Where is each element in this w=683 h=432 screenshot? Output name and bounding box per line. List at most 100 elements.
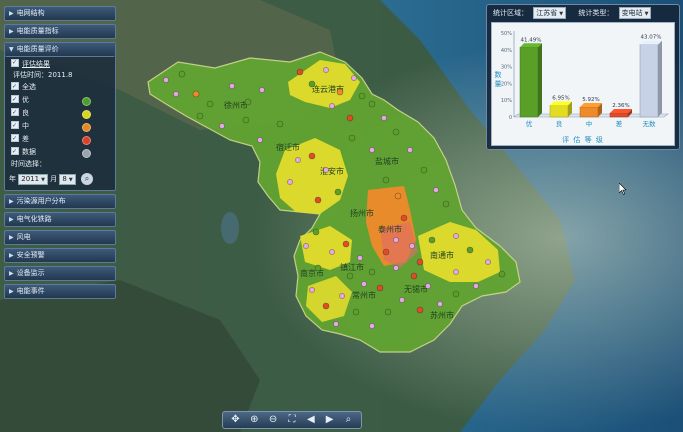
station-marker[interactable]: [287, 179, 293, 185]
station-marker[interactable]: [329, 103, 335, 109]
station-marker[interactable]: [369, 147, 375, 153]
full-extent-icon[interactable]: ⛶: [286, 414, 298, 426]
menu-power-events[interactable]: ▶ 电能事件: [4, 284, 116, 299]
station-marker[interactable]: [309, 287, 315, 293]
station-marker[interactable]: [433, 187, 439, 193]
station-marker[interactable]: [410, 272, 418, 280]
station-marker[interactable]: [420, 166, 428, 174]
station-marker[interactable]: [393, 265, 399, 271]
station-marker[interactable]: [437, 301, 443, 307]
station-marker[interactable]: [452, 290, 460, 298]
station-marker[interactable]: [192, 90, 200, 98]
station-marker[interactable]: [466, 246, 474, 254]
menu-power-quality-index[interactable]: ▶ 电能质量指标: [4, 24, 116, 39]
station-marker[interactable]: [312, 228, 320, 236]
station-marker[interactable]: [259, 87, 265, 93]
station-marker[interactable]: [409, 243, 415, 249]
legend-item[interactable]: 优: [5, 93, 115, 107]
year-select[interactable]: 2011 ▼: [18, 173, 48, 185]
station-marker[interactable]: [381, 115, 387, 121]
station-marker[interactable]: [346, 114, 354, 122]
menu-electrified-railway[interactable]: ▶ 电气化铁路: [4, 212, 116, 227]
station-marker[interactable]: [323, 167, 329, 173]
checkbox[interactable]: [11, 93, 19, 106]
legend-item[interactable]: 数据: [5, 145, 115, 159]
station-marker[interactable]: [416, 258, 424, 266]
station-marker[interactable]: [308, 152, 316, 160]
station-marker[interactable]: [382, 176, 390, 184]
station-marker[interactable]: [178, 70, 186, 78]
checkbox[interactable]: [11, 57, 19, 68]
station-marker[interactable]: [196, 112, 204, 120]
station-marker[interactable]: [416, 306, 424, 314]
station-marker[interactable]: [358, 92, 366, 100]
checkbox[interactable]: [11, 145, 19, 158]
station-marker[interactable]: [382, 248, 390, 256]
station-marker[interactable]: [393, 237, 399, 243]
station-marker[interactable]: [295, 157, 301, 163]
menu-wind-power[interactable]: ▶ 风电: [4, 230, 116, 245]
menu-quality-evaluation[interactable]: ▼ 电能质量评价: [5, 43, 115, 57]
station-marker[interactable]: [351, 75, 357, 81]
station-marker[interactable]: [296, 68, 304, 76]
menu-grid-structure[interactable]: ▶ 电网结构: [4, 6, 116, 21]
menu-pollution-users[interactable]: ▶ 污染源用户分布: [4, 194, 116, 209]
menu-equipment-monitor[interactable]: ▶ 设备监示: [4, 266, 116, 281]
station-marker[interactable]: [392, 128, 400, 136]
station-marker[interactable]: [333, 321, 339, 327]
station-marker[interactable]: [346, 272, 354, 280]
station-marker[interactable]: [357, 255, 363, 261]
station-marker[interactable]: [342, 240, 350, 248]
month-select[interactable]: 8 ▼: [59, 173, 76, 185]
station-marker[interactable]: [485, 259, 491, 265]
station-marker[interactable]: [206, 100, 214, 108]
station-marker[interactable]: [336, 88, 344, 96]
station-marker[interactable]: [376, 284, 384, 292]
station-marker[interactable]: [244, 98, 252, 106]
back-icon[interactable]: ◀: [305, 414, 317, 426]
station-marker[interactable]: [173, 91, 179, 97]
station-marker[interactable]: [425, 283, 431, 289]
station-marker[interactable]: [329, 249, 335, 255]
checkbox[interactable]: [11, 119, 19, 132]
legend-item[interactable]: 差: [5, 132, 115, 146]
station-marker[interactable]: [257, 137, 263, 143]
station-marker[interactable]: [428, 236, 436, 244]
legend-item[interactable]: 中: [5, 119, 115, 133]
station-marker[interactable]: [407, 147, 413, 153]
forward-icon[interactable]: ▶: [324, 414, 336, 426]
station-marker[interactable]: [352, 308, 360, 316]
region-select[interactable]: 江苏省 ▼: [533, 7, 567, 19]
station-marker[interactable]: [323, 67, 329, 73]
type-select[interactable]: 变电站 ▼: [618, 7, 652, 19]
station-marker[interactable]: [308, 80, 316, 88]
legend-item[interactable]: 全选: [5, 80, 115, 94]
checkbox[interactable]: [11, 106, 19, 119]
station-marker[interactable]: [242, 116, 250, 124]
checkbox[interactable]: [11, 80, 19, 93]
station-marker[interactable]: [314, 264, 322, 272]
station-marker[interactable]: [322, 302, 330, 310]
station-marker[interactable]: [369, 323, 375, 329]
station-marker[interactable]: [453, 233, 459, 239]
pan-icon[interactable]: ✥: [229, 414, 241, 426]
search-icon[interactable]: ⌕: [342, 414, 354, 426]
station-marker[interactable]: [303, 243, 309, 249]
station-marker[interactable]: [498, 270, 506, 278]
station-marker[interactable]: [361, 281, 367, 287]
station-marker[interactable]: [473, 283, 479, 289]
station-marker[interactable]: [219, 123, 225, 129]
station-marker[interactable]: [399, 297, 405, 303]
station-marker[interactable]: [368, 268, 376, 276]
station-marker[interactable]: [368, 100, 376, 108]
zoom-in-icon[interactable]: ⊕: [248, 414, 260, 426]
evaluation-result-toggle[interactable]: 评估结果: [5, 57, 115, 70]
search-icon[interactable]: ⌕: [80, 173, 93, 185]
station-marker[interactable]: [334, 188, 342, 196]
menu-safety-warning[interactable]: ▶ 安全预警: [4, 248, 116, 263]
station-marker[interactable]: [400, 214, 408, 222]
station-marker[interactable]: [384, 308, 392, 316]
station-marker[interactable]: [339, 293, 345, 299]
legend-item[interactable]: 良: [5, 106, 115, 120]
checkbox[interactable]: [11, 132, 19, 145]
